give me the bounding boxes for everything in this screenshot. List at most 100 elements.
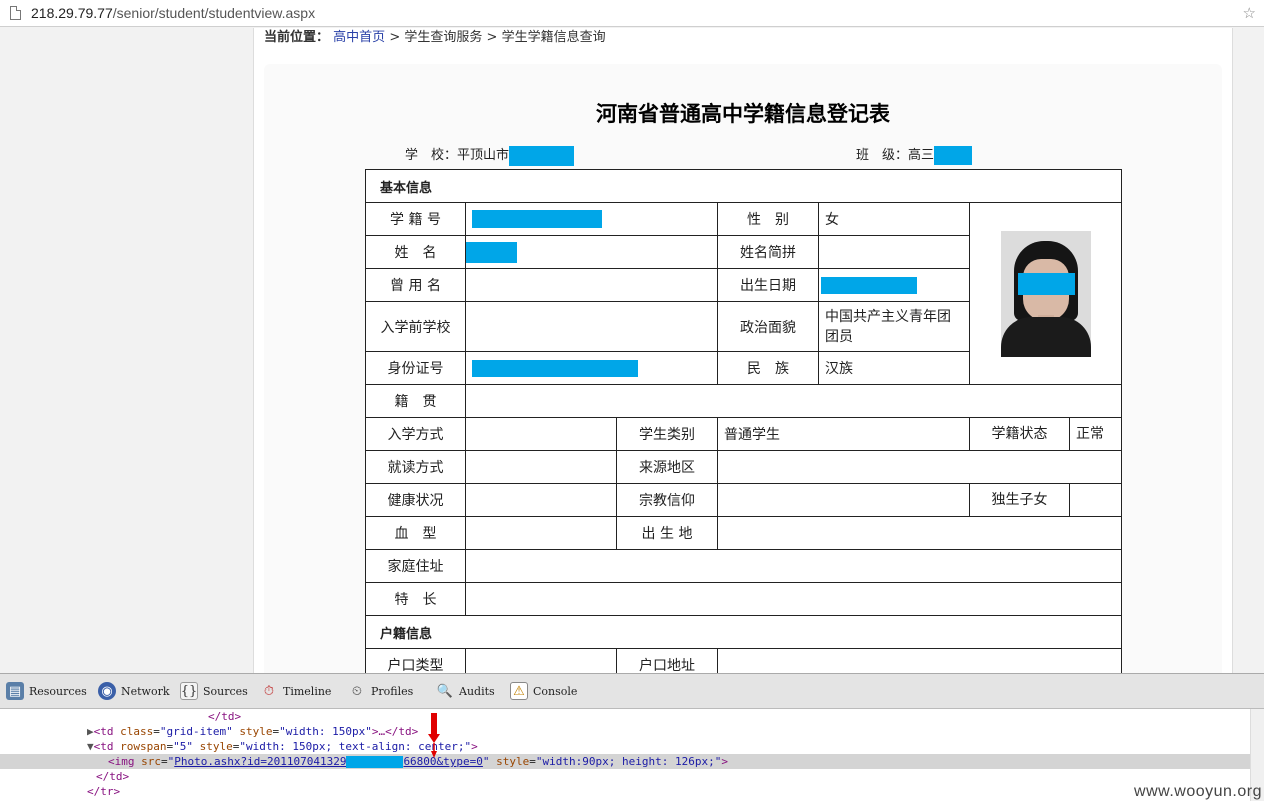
tab-console[interactable]: ⚠ Console [510,682,577,700]
label-specialty: 特 长 [365,582,466,616]
student-photo[interactable] [1000,230,1091,357]
resources-icon: ▤ [6,682,24,700]
redaction-block [346,756,404,768]
tab-network[interactable]: ◉ Network [98,682,170,700]
school-value: 平顶山市 [457,148,510,163]
redaction-block [934,146,973,165]
label-name-pinyin: 姓名简拼 [717,235,819,269]
watermark: www.wooyun.org [1134,783,1262,800]
value-blood-type [465,516,617,550]
label-name: 姓 名 [365,235,466,269]
status-cell: 学籍状态 正常 [968,417,1123,451]
value-political: 中国共产主义青年团团员 [818,301,970,352]
code-line[interactable]: </tr> [87,784,1264,799]
redaction-block [821,276,917,294]
console-icon: ⚠ [510,682,528,700]
breadcrumb-current: 学生学籍信息查询 [501,30,606,45]
redaction-block [466,241,517,263]
value-gender: 女 [818,202,970,236]
class-info: 班 级：高三 [856,144,973,165]
value-home-address [464,549,1123,583]
code-line[interactable]: ▶<td class="grid-item" style="width: 150… [87,724,1264,739]
value-ethnicity: 汉族 [818,351,970,385]
value-birth-date [818,268,970,302]
photo-cell [968,202,1123,385]
redaction-block [472,210,602,228]
value-health [465,483,617,517]
expand-triangle-icon[interactable]: ▶ [87,725,94,738]
redaction-block [472,359,638,377]
label-enroll-method: 入学方式 [365,417,466,451]
tab-resources[interactable]: ▤ Resources [6,682,87,700]
collapse-triangle-icon[interactable]: ▼ [87,740,94,753]
value-hukou-type [465,648,617,673]
label-origin-area: 来源地区 [616,450,718,484]
code-line-selected[interactable]: <img src="Photo.ashx?id=201107041329 6680… [0,754,1250,769]
audits-icon: 🔍 [436,683,454,699]
value-specialty [464,582,1123,616]
label-prev-school: 入学前学校 [365,301,466,352]
value-id-no [465,351,718,385]
devtools-toolbar: ▤ Resources ◉ Network {} Sources ⏱ Timeline … [0,673,1264,709]
bookmark-star-icon[interactable]: ☆ [1243,4,1256,22]
tab-sources[interactable]: {} Sources [180,682,248,700]
value-study-mode [465,450,617,484]
label-hukou-type: 户口类型 [365,648,466,673]
redaction-block [509,145,575,166]
label-student-type: 学生类别 [616,417,718,451]
breadcrumb-label: 当前位置： [264,30,330,45]
tab-timeline[interactable]: ⏱ Timeline [260,682,332,700]
breadcrumb-home-link[interactable]: 高中首页 [333,30,385,45]
label-gender: 性 别 [717,202,819,236]
devtools-elements-panel: </td> ▶<td class="grid-item" style="widt… [0,709,1264,801]
label-home-address: 家庭住址 [365,549,466,583]
class-label: 班 级： [856,148,909,163]
label-blood-type: 血 型 [365,516,466,550]
address-bar[interactable]: 218.29.79.77/senior/student/studentview.… [0,0,1264,27]
class-value: 高三 [908,148,935,163]
timeline-icon: ⏱ [263,683,275,699]
label-native-place: 籍 贯 [365,384,466,418]
school-label: 学 校： [405,148,458,163]
network-icon: ◉ [98,682,116,700]
form-title: 河南省普通高中学籍信息登记表 [596,102,890,126]
page-viewport: 当前位置： 高中首页 > 学生查询服务 > 学生学籍信息查询 河南省普通高中学籍… [0,28,1264,673]
value-hukou-address [716,648,1123,673]
red-arrow-annotation [428,713,440,758]
sources-icon: {} [180,682,198,700]
label-hukou-address: 户口地址 [616,648,718,673]
label-health: 健康状况 [365,483,466,517]
label-only-child: 独生子女 [970,484,1070,516]
label-status: 学籍状态 [970,418,1070,450]
value-status: 正常 [1076,426,1104,442]
code-line[interactable]: </td> [96,769,1264,784]
section-basic-info: 基本信息 [364,169,1123,203]
value-native-place [464,384,1123,418]
label-id-no: 身份证号 [365,351,466,385]
value-name-pinyin [818,235,970,269]
url-text[interactable]: 218.29.79.77/senior/student/studentview.… [31,5,315,21]
label-birthplace: 出 生 地 [616,516,718,550]
label-ethnicity: 民 族 [717,351,819,385]
registration-table: 基本信息 学 籍 号 性 别 女 姓 名 姓名简拼 曾 用 名 出生日期 入学前… [364,169,1123,673]
tab-audits[interactable]: 🔍 Audits [436,682,495,700]
value-origin-area [716,450,1123,484]
label-religion: 宗教信仰 [616,483,718,517]
value-name [465,235,718,269]
label-former-name: 曾 用 名 [365,268,466,302]
section-household-info: 户籍信息 [364,615,1123,649]
code-line[interactable]: ▼<td rowspan="5" style="width: 150px; te… [87,739,1264,754]
value-religion [717,483,970,517]
code-line[interactable]: </td> [208,709,1264,724]
value-student-no [465,202,718,236]
tab-profiles[interactable]: ⏲ Profiles [348,682,413,700]
photo-src-link-tail[interactable]: 66800&type=0 [403,755,482,768]
page-icon [10,6,21,20]
breadcrumb-section[interactable]: 学生查询服务 [404,30,482,45]
redaction-block [1017,272,1075,295]
school-info: 学 校：平顶山市 [405,144,575,166]
label-birth-date: 出生日期 [717,268,819,302]
value-student-type: 普通学生 [717,417,970,451]
photo-src-link[interactable]: Photo.ashx?id=201107041329 [174,755,346,768]
value-former-name [465,268,718,302]
